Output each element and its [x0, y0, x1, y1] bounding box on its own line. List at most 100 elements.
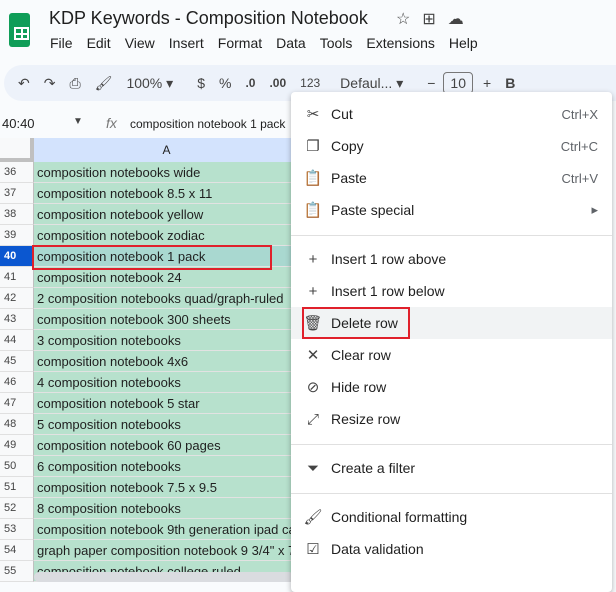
row-header[interactable]: 48: [0, 414, 34, 435]
table-cell[interactable]: 8 composition notebooks: [34, 498, 314, 519]
menu-item-insert-1-row-above[interactable]: + Insert 1 row above: [291, 243, 612, 275]
row-header[interactable]: 41: [0, 267, 34, 288]
zoom-select[interactable]: 100% ▾: [126, 75, 173, 92]
row-header[interactable]: 38: [0, 204, 34, 225]
table-cell[interactable]: composition notebook 5 star: [34, 393, 314, 414]
menu-view[interactable]: View: [125, 35, 155, 51]
paint-roller-icon: 🖌: [303, 509, 323, 526]
print-icon[interactable]: ⎙: [69, 75, 80, 92]
menu-edit[interactable]: Edit: [87, 35, 111, 51]
increase-decimal-button[interactable]: .00: [269, 76, 286, 90]
row-header[interactable]: 42: [0, 288, 34, 309]
table-cell[interactable]: composition notebook 7.5 x 9.5: [34, 477, 314, 498]
row-header[interactable]: 51: [0, 477, 34, 498]
sheets-logo[interactable]: [9, 13, 30, 47]
cloud-saved-icon: ☁: [447, 11, 476, 28]
table-cell[interactable]: 2 composition notebooks quad/graph-ruled: [34, 288, 314, 309]
shortcut: Ctrl+C: [560, 138, 598, 154]
row-header[interactable]: 36: [0, 162, 34, 183]
move-folder-icon[interactable]: ⊞: [422, 11, 447, 28]
document-title[interactable]: KDP Keywords - Composition Notebook: [49, 8, 368, 29]
decrease-decimal-button[interactable]: .0: [245, 76, 255, 90]
menu-tools[interactable]: Tools: [320, 35, 353, 51]
shortcut: Ctrl+X: [561, 106, 598, 122]
x-icon: ✕: [306, 347, 320, 364]
row-header[interactable]: 53: [0, 519, 34, 540]
table-cell[interactable]: 6 composition notebooks: [34, 456, 314, 477]
shortcut: ▸: [591, 202, 598, 217]
copy-icon: ❐: [306, 138, 320, 155]
table-cell[interactable]: composition notebook 300 sheets: [34, 309, 314, 330]
currency-button[interactable]: $: [197, 75, 205, 91]
menu-item-copy[interactable]: ❐ Copy Ctrl+C: [291, 130, 612, 162]
formula-input[interactable]: composition notebook 1 pack: [130, 117, 285, 131]
menu-format[interactable]: Format: [218, 35, 262, 51]
row-header[interactable]: 46: [0, 372, 34, 393]
row-header[interactable]: 43: [0, 309, 34, 330]
row-header[interactable]: 45: [0, 351, 34, 372]
menu-divider: [291, 493, 612, 494]
font-size-increase[interactable]: +: [483, 75, 491, 91]
shortcut: Ctrl+V: [561, 170, 598, 186]
menu-item-insert-1-row-below[interactable]: + Insert 1 row below: [291, 275, 612, 307]
table-cell[interactable]: 5 composition notebooks: [34, 414, 314, 435]
scissors-icon: ✂: [306, 106, 320, 123]
menu-bar: File Edit View Insert Format Data Tools Extensi…: [50, 35, 478, 51]
paint-format-icon[interactable]: 🖌: [95, 75, 113, 92]
menu-insert[interactable]: Insert: [169, 35, 204, 51]
row-header[interactable]: 55: [0, 561, 34, 582]
table-cell[interactable]: graph paper composition notebook 9 3/4" …: [34, 540, 314, 561]
more-formats-button[interactable]: 123: [300, 76, 320, 90]
table-cell[interactable]: composition notebook 9th generation ipad…: [34, 519, 314, 540]
row-header[interactable]: 44: [0, 330, 34, 351]
font-select[interactable]: Defaul... ▾: [340, 75, 403, 92]
menu-item-data-validation[interactable]: ☑ Data validation: [291, 533, 612, 565]
table-cell[interactable]: composition notebook 4x6: [34, 351, 314, 372]
row-header[interactable]: 39: [0, 225, 34, 246]
menu-item-hide-row[interactable]: ⊘ Hide row: [291, 371, 612, 403]
menu-divider: [291, 235, 612, 236]
menu-item-create-a-filter[interactable]: ⏷ Create a filter: [291, 452, 612, 484]
redo-icon[interactable]: ↷: [44, 75, 56, 92]
menu-item-resize-row[interactable]: ⤢ Resize row: [291, 403, 612, 435]
row-header[interactable]: 50: [0, 456, 34, 477]
table-cell[interactable]: composition notebook 8.5 x 11: [34, 183, 314, 204]
column-header-a[interactable]: A: [34, 138, 300, 162]
table-cell[interactable]: composition notebook 60 pages: [34, 435, 314, 456]
font-size-decrease[interactable]: −: [427, 75, 435, 91]
row-header[interactable]: 47: [0, 393, 34, 414]
table-cell[interactable]: composition notebook yellow: [34, 204, 314, 225]
menu-item-paste[interactable]: 📋 Paste Ctrl+V: [291, 162, 612, 194]
row-header[interactable]: 40: [0, 246, 34, 267]
table-cell[interactable]: composition notebooks wide: [34, 162, 314, 183]
row-header[interactable]: 54: [0, 540, 34, 561]
data-validation-icon: ☑: [306, 541, 320, 558]
star-icon[interactable]: ☆: [396, 11, 422, 28]
row-header[interactable]: 37: [0, 183, 34, 204]
menu-item-conditional-formatting[interactable]: 🖌 Conditional formatting: [291, 501, 612, 533]
table-cell[interactable]: 3 composition notebooks: [34, 330, 314, 351]
menu-item-clear-row[interactable]: ✕ Clear row: [291, 339, 612, 371]
horizontal-scrollbar[interactable]: [34, 572, 294, 582]
table-cell[interactable]: 4 composition notebooks: [34, 372, 314, 393]
context-menu: ✂ Cut Ctrl+X ❐ Copy Ctrl+C 📋 Paste Ctrl+V 📋 Paste …: [291, 92, 612, 592]
highlight-box: [32, 245, 272, 270]
menu-item-cut[interactable]: ✂ Cut Ctrl+X: [291, 98, 612, 130]
menu-file[interactable]: File: [50, 35, 73, 51]
table-cell[interactable]: composition notebook 24: [34, 267, 314, 288]
menu-data[interactable]: Data: [276, 35, 306, 51]
row-header[interactable]: 49: [0, 435, 34, 456]
chevron-down-icon[interactable]: ▼: [73, 116, 83, 127]
font-size-input[interactable]: 10: [443, 72, 473, 94]
menu-extensions[interactable]: Extensions: [366, 35, 434, 51]
select-all-corner[interactable]: [0, 138, 34, 162]
menu-help[interactable]: Help: [449, 35, 478, 51]
bold-button[interactable]: B: [505, 75, 515, 91]
plus-icon: +: [308, 250, 318, 268]
name-box[interactable]: 40:40: [2, 116, 35, 131]
menu-item-paste-special[interactable]: 📋 Paste special ▸: [291, 194, 612, 226]
percent-button[interactable]: %: [219, 75, 231, 91]
row-header[interactable]: 52: [0, 498, 34, 519]
table-cell[interactable]: composition notebook zodiac: [34, 225, 314, 246]
undo-icon[interactable]: ↶: [18, 75, 30, 92]
